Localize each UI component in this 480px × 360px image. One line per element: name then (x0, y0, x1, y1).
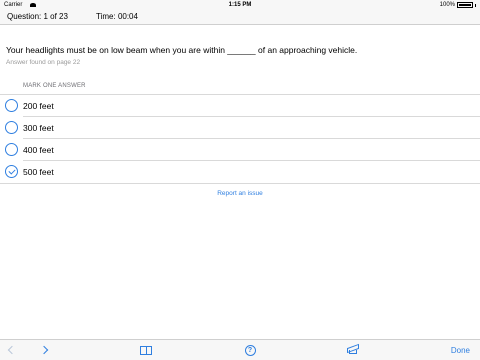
radio-icon[interactable] (5, 121, 18, 134)
section-label: MARK ONE ANSWER (23, 83, 86, 89)
answer-label: 400 feet (23, 145, 54, 155)
answer-label: 500 feet (23, 167, 54, 177)
question-value: 1 of 23 (43, 12, 68, 21)
timer: Time: 00:04 (96, 10, 138, 24)
battery-icon (457, 2, 473, 8)
question-counter: Question: 1 of 23 (7, 10, 68, 24)
battery-tip (475, 3, 476, 7)
done-button[interactable]: Done (451, 340, 470, 360)
time-label: Time: (96, 12, 116, 21)
answer-options: 200 feet 300 feet 400 feet 500 feet (0, 94, 480, 184)
status-time: 1:15 PM (228, 2, 252, 8)
answer-option[interactable]: 200 feet (0, 95, 480, 117)
question-text: Your headlights must be on low beam when… (6, 45, 358, 55)
battery-indicator: 100% (440, 0, 476, 10)
answer-label: 300 feet (23, 123, 54, 133)
graduation-cap-icon (346, 343, 360, 355)
answer-label: 200 feet (23, 101, 54, 111)
next-button[interactable] (36, 340, 52, 360)
help-icon: ? (244, 344, 256, 356)
answer-option-selected[interactable]: 500 feet (0, 161, 480, 184)
help-button[interactable]: ? (242, 340, 258, 360)
radio-icon[interactable] (5, 99, 18, 112)
quiz-header: Question: 1 of 23 Time: 00:04 (0, 10, 480, 25)
book-icon (140, 345, 152, 355)
radio-icon[interactable] (5, 143, 18, 156)
study-button[interactable] (345, 340, 361, 360)
chevron-right-icon (39, 345, 49, 355)
report-issue-link[interactable]: Report an issue (0, 190, 480, 197)
battery-percent: 100% (439, 2, 455, 8)
book-button[interactable] (137, 340, 155, 360)
answer-option[interactable]: 300 feet (0, 117, 480, 139)
chevron-left-icon (7, 345, 17, 355)
time-value: 00:04 (117, 12, 138, 21)
answer-option[interactable]: 400 feet (0, 139, 480, 161)
radio-checked-icon[interactable] (5, 165, 18, 178)
question-label: Question: (7, 12, 42, 21)
answer-reference: Answer found on page 22 (6, 59, 81, 66)
bottom-toolbar: ? Done (0, 339, 480, 360)
previous-button[interactable] (4, 340, 20, 360)
checkmark-icon (8, 167, 16, 175)
status-bar: Carrier 1:15 PM 100% (0, 0, 480, 10)
